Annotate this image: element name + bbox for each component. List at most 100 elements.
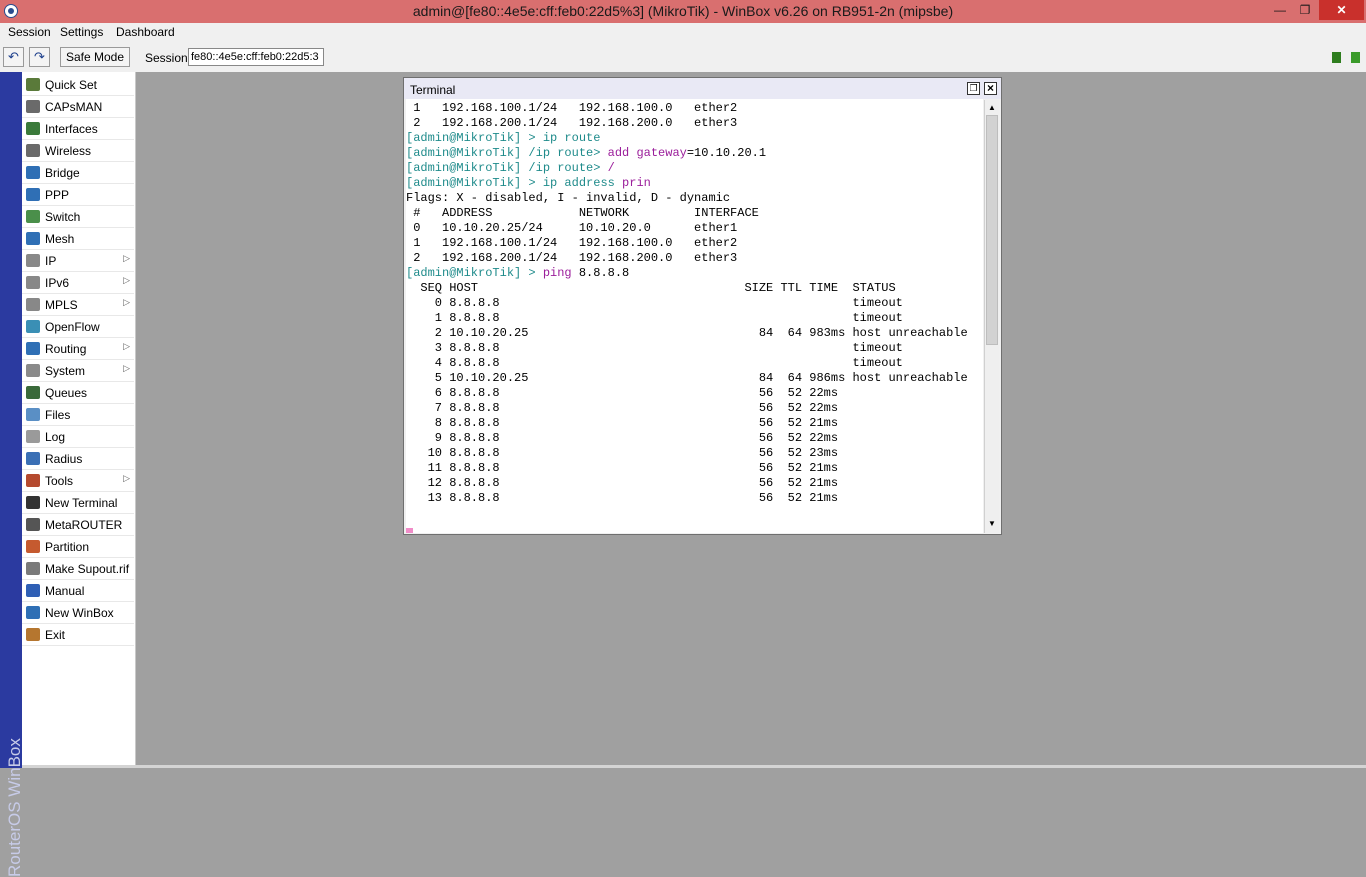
system-icon (26, 364, 40, 377)
terminal-text-segment: =10.10.20.1 (686, 146, 767, 160)
sidebar-item[interactable]: IP ▷ (22, 250, 134, 272)
window-titlebar[interactable]: admin@[fe80::4e5e:cff:feb0:22d5%3] (Mikr… (0, 0, 1366, 23)
terminal-text-segment: 2 192.168.200.1/24 192.168.200.0 ether3 (406, 116, 738, 130)
wireless-icon (26, 144, 40, 157)
terminal-line: 7 8.8.8.8 56 52 22ms (406, 401, 968, 416)
sidebar-item-label: Bridge (45, 166, 80, 180)
sidebar-item[interactable]: CAPsMAN (22, 96, 134, 118)
terminal-text-segment: 8 8.8.8.8 56 52 21ms (406, 416, 839, 430)
terminal-line: [admin@MikroTik] > ip route (406, 131, 968, 146)
terminal-text-segment: 1 192.168.100.1/24 192.168.100.0 ether2 (406, 101, 738, 115)
terminal-text-segment: 4 8.8.8.8 timeout (406, 356, 903, 370)
sidebar-item[interactable]: PPP (22, 184, 134, 206)
sidebar-item[interactable]: Radius (22, 448, 134, 470)
openflow-icon (26, 320, 40, 333)
terminal-text-segment: Flags: X - disabled, I - invalid, D - dy… (406, 191, 731, 205)
switch-icon (26, 210, 40, 223)
terminal-restore-button[interactable]: ❐ (967, 82, 980, 95)
terminal-text-segment: [admin@MikroTik] /ip route> (406, 161, 608, 175)
sidebar-item[interactable]: Bridge (22, 162, 134, 184)
sidebar-item[interactable]: Quick Set (22, 74, 134, 96)
terminal-icon (26, 496, 40, 509)
menu-session[interactable]: Session (8, 25, 51, 39)
radius-icon (26, 452, 40, 465)
sidebar-item[interactable]: Routing ▷ (22, 338, 134, 360)
ppp-icon (26, 188, 40, 201)
new-winbox-icon (26, 606, 40, 619)
terminal-text-segment: SEQ HOST SIZE TTL TIME STATUS (406, 281, 896, 295)
terminal-text-segment: ip address (542, 176, 623, 190)
connection-status-icon (1332, 52, 1341, 63)
sidebar-item[interactable]: Manual (22, 580, 134, 602)
sidebar-item[interactable]: New WinBox (22, 602, 134, 624)
terminal-scrollbar[interactable]: ▲ ▼ (984, 100, 999, 533)
sidebar-item[interactable]: New Terminal (22, 492, 134, 514)
sidebar-item[interactable]: Switch (22, 206, 134, 228)
maximize-button[interactable]: ❐ (1290, 0, 1320, 20)
files-icon (26, 408, 40, 421)
sidebar-item[interactable]: Files (22, 404, 134, 426)
submenu-arrow-icon: ▷ (123, 297, 130, 307)
safe-mode-button[interactable]: Safe Mode (60, 47, 130, 67)
terminal-line: # ADDRESS NETWORK INTERFACE (406, 206, 968, 221)
sidebar-item-label: Partition (45, 540, 90, 554)
sidebar-item[interactable]: IPv6 ▷ (22, 272, 134, 294)
ip-icon (26, 254, 40, 267)
terminal-text-segment: 2 10.10.20.25 84 64 983ms host unreachab… (406, 326, 968, 340)
supout-icon (26, 562, 40, 575)
menu-bar: Session Settings Dashboard (0, 23, 1366, 43)
terminal-line: 11 8.8.8.8 56 52 21ms (406, 461, 968, 476)
submenu-arrow-icon: ▷ (123, 253, 130, 263)
sidebar-item[interactable]: OpenFlow (22, 316, 134, 338)
sidebar-item[interactable]: Log (22, 426, 134, 448)
manual-icon (26, 584, 40, 597)
terminal-text-segment: ip route (542, 131, 601, 145)
submenu-arrow-icon: ▷ (123, 341, 130, 351)
sidebar-item-label: System (45, 364, 86, 378)
terminal-close-button[interactable]: × (984, 82, 997, 95)
terminal-window[interactable]: Terminal ❐ × 1 192.168.100.1/24 192.168.… (403, 77, 1002, 535)
terminal-titlebar[interactable]: Terminal ❐ × (404, 78, 1001, 99)
terminal-text-segment: 1 192.168.100.1/24 192.168.100.0 ether2 (406, 236, 738, 250)
terminal-line: 1 192.168.100.1/24 192.168.100.0 ether2 (406, 101, 968, 116)
submenu-arrow-icon: ▷ (123, 363, 130, 373)
scroll-down-arrow-icon[interactable]: ▼ (986, 518, 998, 530)
submenu-arrow-icon: ▷ (123, 473, 130, 483)
close-button[interactable]: ✕ (1319, 0, 1364, 20)
session-field[interactable]: fe80::4e5e:cff:feb0:22d5:3 (188, 48, 324, 66)
sidebar-item-label: OpenFlow (45, 320, 100, 334)
terminal-line: 2 192.168.200.1/24 192.168.200.0 ether3 (406, 251, 968, 266)
sidebar-item[interactable]: Tools ▷ (22, 470, 134, 492)
scroll-up-arrow-icon[interactable]: ▲ (986, 102, 998, 114)
terminal-line: 1 8.8.8.8 timeout (406, 311, 968, 326)
menu-settings[interactable]: Settings (60, 25, 103, 39)
terminal-text-segment: 6 8.8.8.8 56 52 22ms (406, 386, 839, 400)
terminal-text-segment: 3 8.8.8.8 timeout (406, 341, 903, 355)
scroll-thumb[interactable] (986, 115, 998, 345)
capsman-icon (26, 100, 40, 113)
terminal-line: 4 8.8.8.8 timeout (406, 356, 968, 371)
redo-button[interactable]: ↷ (29, 47, 50, 67)
sidebar-item[interactable]: Partition (22, 536, 134, 558)
sidebar-item-label: PPP (45, 188, 70, 202)
sidebar-item-label: Mesh (45, 232, 75, 246)
menu-dashboard[interactable]: Dashboard (116, 25, 175, 39)
terminal-output[interactable]: 1 192.168.100.1/24 192.168.100.0 ether2 … (406, 99, 983, 533)
sidebar-item[interactable]: MetaROUTER (22, 514, 134, 536)
sidebar-item[interactable]: Queues (22, 382, 134, 404)
sidebar-item[interactable]: Mesh (22, 228, 134, 250)
toolbar: ↶ ↷ Safe Mode Session: fe80::4e5e:cff:fe… (0, 43, 1366, 73)
sidebar-item[interactable]: Wireless (22, 140, 134, 162)
terminal-text-segment: prin (622, 176, 651, 190)
sidebar-item[interactable]: Make Supout.rif (22, 558, 134, 580)
bridge-icon (26, 166, 40, 179)
terminal-text-segment: [admin@MikroTik] > (406, 266, 543, 280)
sidebar-item-label: MetaROUTER (45, 518, 123, 532)
terminal-line: [admin@MikroTik] /ip route> add gateway=… (406, 146, 968, 161)
sidebar-item[interactable]: Exit (22, 624, 134, 646)
sidebar-item[interactable]: MPLS ▷ (22, 294, 134, 316)
interfaces-icon (26, 122, 40, 135)
sidebar-item[interactable]: System ▷ (22, 360, 134, 382)
sidebar-item[interactable]: Interfaces (22, 118, 134, 140)
undo-button[interactable]: ↶ (3, 47, 24, 67)
